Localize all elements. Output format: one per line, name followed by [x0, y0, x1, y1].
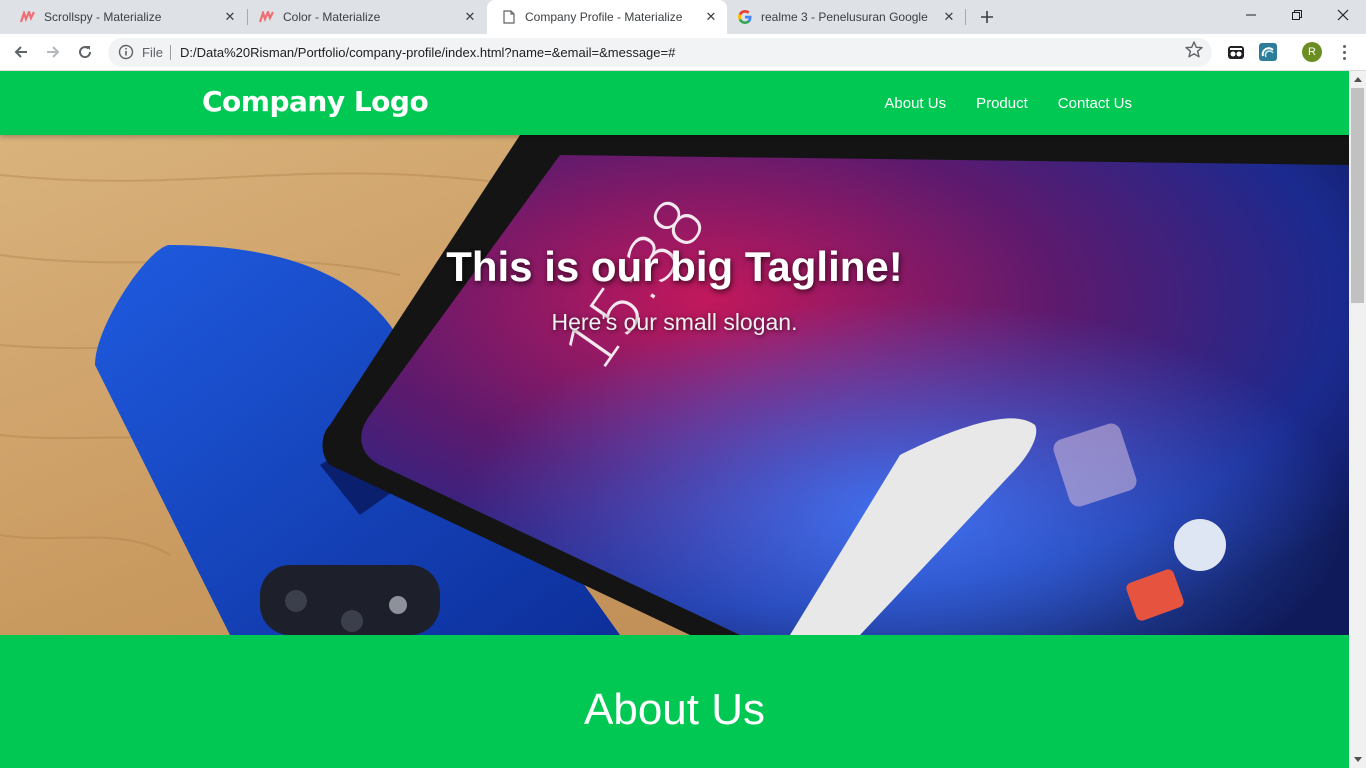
minimize-button[interactable]: [1228, 0, 1274, 30]
scrollbar-thumb[interactable]: [1351, 88, 1364, 303]
materialize-icon: [259, 9, 275, 25]
page-scrollbar[interactable]: [1349, 71, 1366, 768]
nav-link-about-us[interactable]: About Us: [884, 95, 946, 112]
hero-slogan: Here's our small slogan.: [551, 309, 798, 335]
close-icon[interactable]: ✕: [462, 9, 478, 25]
plus-icon: [981, 11, 993, 23]
nav-links: About Us Product Contact Us: [854, 71, 1132, 135]
close-window-button[interactable]: [1320, 0, 1366, 30]
address-bar[interactable]: File D:/Data%20Risman/Portfolio/company-…: [108, 38, 1212, 67]
nav-link-contact-us[interactable]: Contact Us: [1058, 95, 1132, 112]
close-icon[interactable]: ✕: [222, 9, 238, 25]
tab-title: Scrollspy - Materialize: [44, 10, 162, 24]
extension-wave-icon[interactable]: [1258, 42, 1278, 62]
scroll-up-arrow-icon[interactable]: [1349, 71, 1366, 88]
tab-scrollspy[interactable]: Scrollspy - Materialize ✕: [0, 0, 246, 34]
arrow-left-icon: [14, 46, 27, 58]
about-us-heading: About Us: [584, 685, 765, 734]
google-icon: [737, 9, 753, 25]
close-icon[interactable]: ✕: [941, 9, 957, 25]
forward-button[interactable]: [41, 40, 65, 64]
browser-toolbar: File D:/Data%20Risman/Portfolio/company-…: [0, 34, 1366, 71]
info-icon[interactable]: [118, 44, 134, 60]
tab-google-search[interactable]: realme 3 - Penelusuran Google ✕: [727, 0, 965, 34]
hero-background-image: 15:38: [0, 135, 1349, 635]
browser-menu-icon[interactable]: [1334, 41, 1354, 63]
page-viewport: Company Logo About Us Product Contact Us: [0, 71, 1349, 768]
new-tab-button[interactable]: [976, 6, 998, 28]
materialize-icon: [20, 9, 36, 25]
omnibox-divider: [170, 45, 171, 60]
tab-color[interactable]: Color - Materialize ✕: [239, 0, 486, 34]
nav-link-product[interactable]: Product: [976, 95, 1028, 112]
close-icon[interactable]: ✕: [703, 9, 719, 25]
arrow-right-icon: [47, 46, 60, 58]
tab-divider: [965, 9, 966, 25]
page-icon: [501, 9, 517, 25]
tab-strip: Scrollspy - Materialize ✕ Color - Materi…: [0, 0, 1366, 34]
minimize-icon: [1246, 14, 1256, 16]
reload-button[interactable]: [73, 40, 97, 64]
site-navbar: Company Logo About Us Product Contact Us: [0, 71, 1349, 135]
back-button[interactable]: [9, 40, 33, 64]
restore-icon: [1292, 10, 1302, 20]
company-logo[interactable]: Company Logo: [202, 85, 429, 118]
hero-tagline: This is our big Tagline!: [446, 243, 903, 290]
tab-title: realme 3 - Penelusuran Google: [761, 10, 928, 24]
close-icon: [1337, 9, 1349, 21]
extension-incognito-icon[interactable]: [1226, 42, 1246, 62]
tab-title: Company Profile - Materialize: [525, 10, 683, 24]
scroll-down-arrow-icon[interactable]: [1349, 751, 1366, 768]
restore-button[interactable]: [1274, 0, 1320, 30]
scheme-label: File: [142, 45, 163, 60]
about-section: About Us: [0, 635, 1349, 768]
reload-icon: [79, 46, 92, 59]
bookmark-star-icon[interactable]: [1184, 40, 1204, 60]
url-text[interactable]: D:/Data%20Risman/Portfolio/company-profi…: [180, 45, 675, 60]
tab-title: Color - Materialize: [283, 10, 381, 24]
hero-section: 15:38 This is our big Tagline! Here's ou…: [0, 135, 1349, 635]
profile-avatar[interactable]: R: [1302, 42, 1322, 62]
tab-company-profile[interactable]: Company Profile - Materialize ✕: [487, 0, 727, 34]
